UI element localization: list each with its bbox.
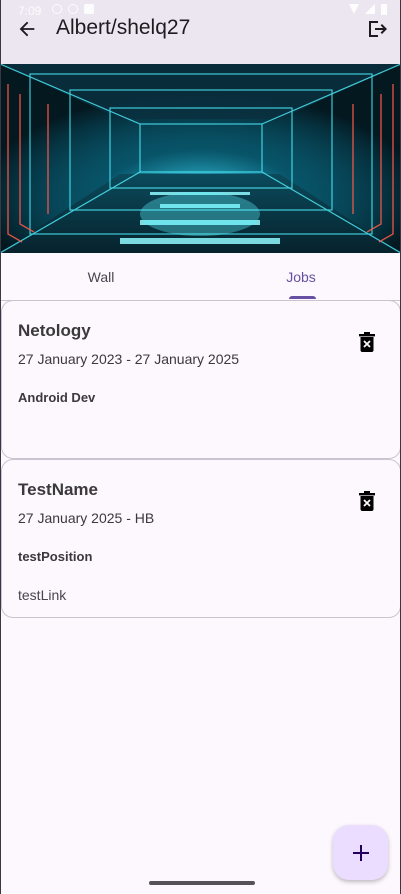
plus-icon	[352, 844, 369, 861]
delete-icon	[359, 332, 375, 352]
job-position: Android Dev	[18, 390, 96, 405]
job-card[interactable]: TestName 27 January 2025 - HB testPositi…	[1, 459, 401, 618]
delete-job-button[interactable]	[357, 331, 377, 353]
alert-icon	[52, 4, 62, 14]
top-app-bar: 7:09 Albert/shelq27	[0, 0, 401, 64]
add-job-button[interactable]	[333, 825, 388, 880]
job-name: Netology	[18, 321, 91, 340]
tab-wall[interactable]: Wall	[1, 253, 201, 300]
status-notification-icons	[52, 4, 94, 14]
banner-illustration	[0, 64, 401, 253]
sd-card-icon	[84, 4, 94, 14]
gesture-navigation-handle[interactable]	[149, 881, 255, 885]
page-title: Albert/shelq27	[56, 16, 191, 39]
job-position: testPosition	[18, 549, 93, 564]
tab-selected-indicator	[289, 296, 316, 299]
logout-button[interactable]	[365, 16, 391, 42]
profile-banner-image	[0, 64, 401, 253]
job-dates: 27 January 2023 - 27 January 2025	[18, 351, 240, 367]
job-name: TestName	[18, 480, 98, 499]
signal-icon	[365, 4, 375, 14]
delete-icon	[359, 491, 375, 511]
tab-bar: Wall Jobs	[0, 253, 401, 301]
status-system-icons	[349, 4, 387, 15]
arrow-back-icon	[19, 21, 35, 37]
delete-job-button[interactable]	[357, 490, 377, 512]
logout-icon	[369, 21, 387, 37]
back-button[interactable]	[14, 16, 40, 42]
wifi-icon	[349, 4, 359, 14]
blocked-icon	[68, 4, 78, 14]
tab-jobs[interactable]: Jobs	[201, 253, 401, 300]
job-card[interactable]: Netology 27 January 2023 - 27 January 20…	[1, 300, 401, 459]
job-link[interactable]: testLink	[18, 587, 66, 603]
job-dates: 27 January 2025 - HB	[18, 510, 155, 526]
battery-icon	[381, 4, 387, 15]
